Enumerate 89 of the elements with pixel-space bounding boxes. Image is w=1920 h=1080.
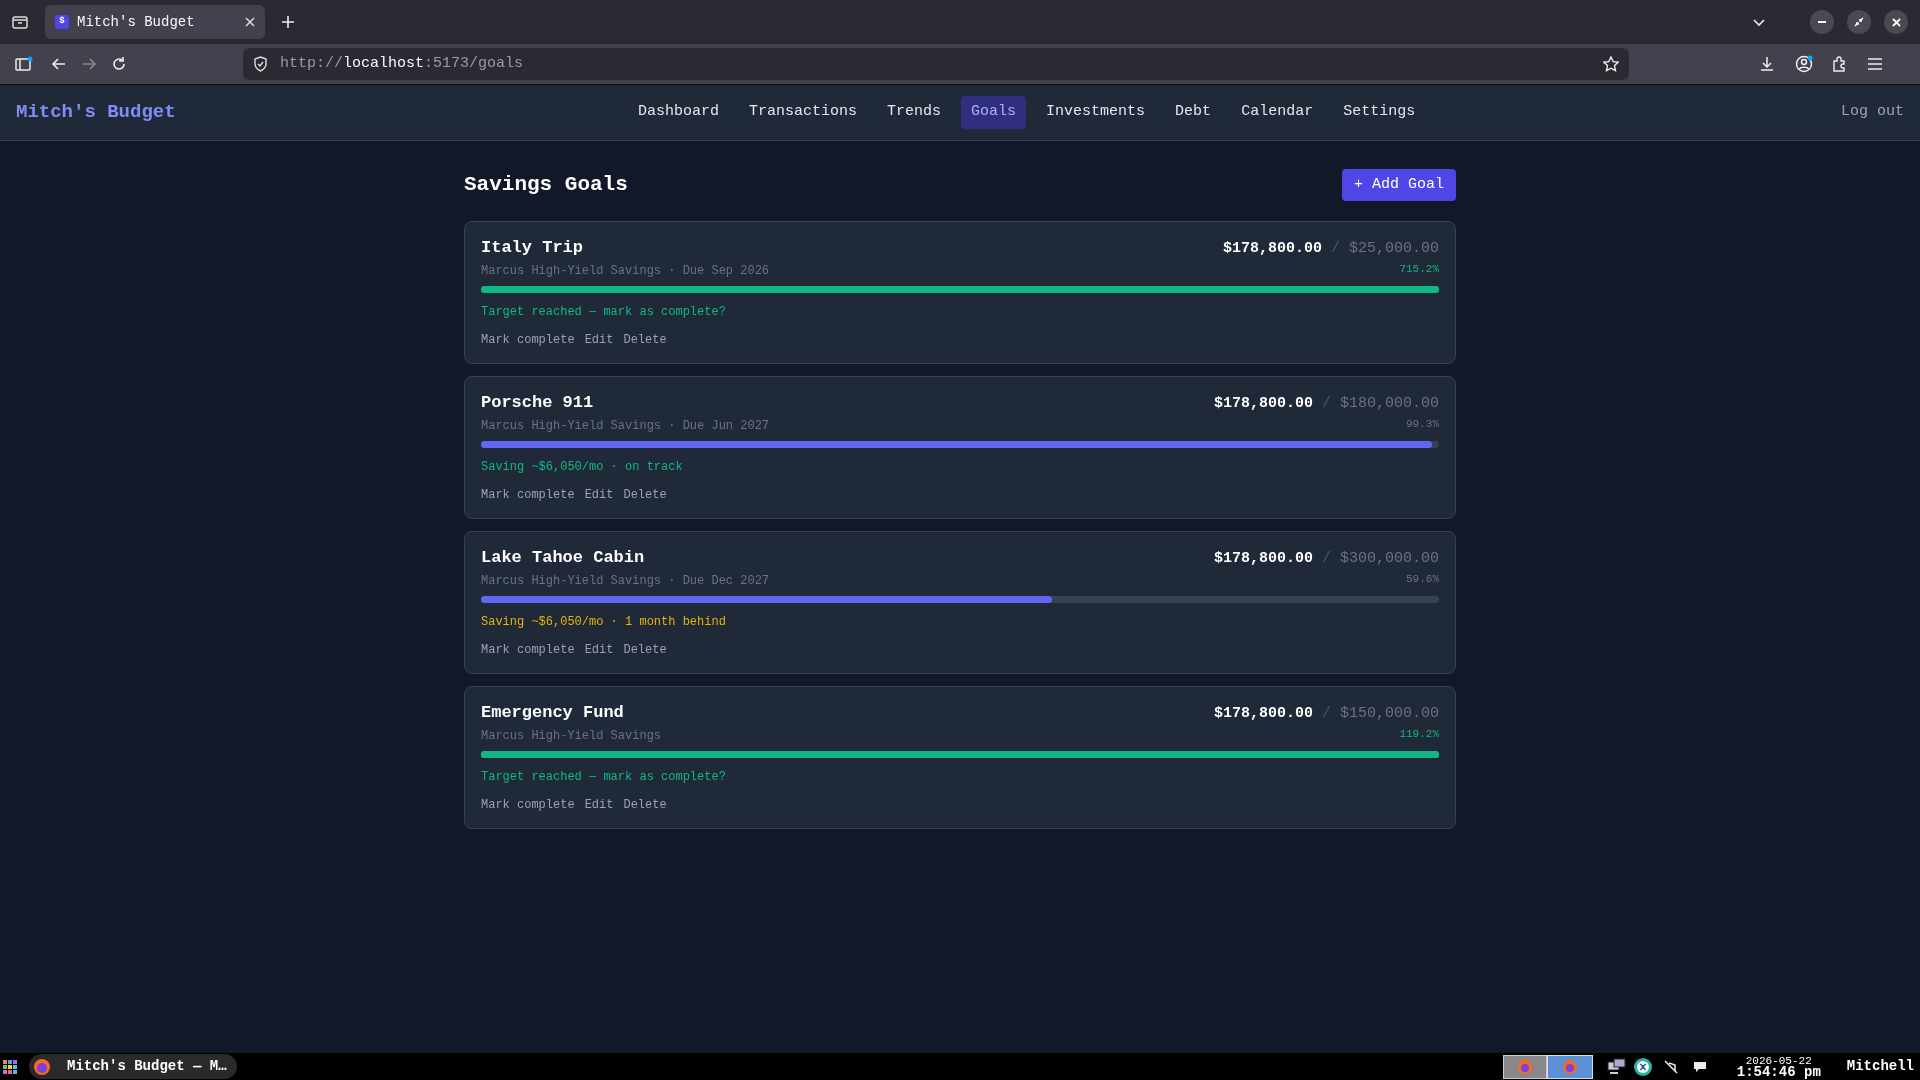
goal-status-message: Target reached — mark as complete? <box>481 769 727 786</box>
back-icon[interactable] <box>51 56 67 72</box>
workspace-thumbnail[interactable] <box>1502 1054 1547 1079</box>
page-title: Savings Goals <box>464 172 628 199</box>
sidebar-icon[interactable] <box>15 56 33 72</box>
sync-icon[interactable] <box>1632 1056 1653 1077</box>
taskbar-user[interactable]: Mitchell <box>1846 1056 1914 1077</box>
amount-separator: / <box>1321 549 1331 569</box>
favicon: $ <box>55 15 69 29</box>
goal-action-link[interactable]: Mark complete <box>481 641 575 659</box>
nav-tab[interactable]: Investments <box>1036 96 1156 129</box>
menu-icon[interactable] <box>1867 57 1883 71</box>
workspace-thumbnail[interactable] <box>1546 1054 1593 1079</box>
download-icon[interactable] <box>1759 56 1775 72</box>
goal-name: Lake Tahoe Cabin <box>481 548 646 568</box>
restore-icon <box>1854 17 1864 27</box>
goal-status-message: Saving ~$6,050/mo · 1 month behind <box>481 614 727 631</box>
logout-link[interactable]: Log out <box>1841 101 1904 124</box>
saved-amount: $178,800.00 <box>1213 704 1313 724</box>
close-button[interactable] <box>1884 10 1908 34</box>
goal-status-message: Target reached — mark as complete? <box>481 304 727 321</box>
amount-separator: / <box>1321 394 1331 414</box>
goal-name: Porsche 911 <box>481 393 595 413</box>
reload-icon[interactable] <box>111 56 127 72</box>
shield-icon <box>253 56 268 72</box>
extensions-icon[interactable] <box>1831 56 1847 72</box>
nav-tab[interactable]: Goals <box>961 96 1027 129</box>
minimize-button[interactable] <box>1810 10 1834 34</box>
app-grid-icon[interactable] <box>3 1059 17 1074</box>
goal-subtitle: Marcus High-Yield Savings <box>481 728 662 745</box>
browser-icon <box>33 1057 51 1076</box>
progress-percent: 715.2% <box>1399 261 1439 277</box>
goal-action-link[interactable]: Mark complete <box>481 486 575 504</box>
saved-amount: $178,800.00 <box>1222 239 1322 259</box>
forward-icon[interactable] <box>81 56 97 72</box>
amount-separator: / <box>1330 239 1340 259</box>
target-amount: $150,000.00 <box>1339 704 1439 724</box>
goal-action-link[interactable]: Mark complete <box>481 331 575 349</box>
progress-percent: 119.2% <box>1399 726 1439 742</box>
saved-amount: $178,800.00 <box>1213 549 1313 569</box>
nav-tab[interactable]: Debt <box>1165 96 1222 129</box>
taskbar-time: 1:54:46 pm <box>1736 1066 1821 1078</box>
goal-action-link[interactable]: Delete <box>623 641 667 659</box>
target-amount: $180,000.00 <box>1339 394 1439 414</box>
network-icon[interactable] <box>1606 1057 1627 1076</box>
target-amount: $300,000.00 <box>1339 549 1439 569</box>
browser-tab[interactable]: $ Mitch's Budget <box>45 5 265 39</box>
goal-name: Italy Trip <box>481 238 585 258</box>
tab-title: Mitch's Budget <box>77 12 196 32</box>
nav-tab[interactable]: Calendar <box>1231 96 1324 129</box>
nav-tab[interactable]: Trends <box>877 96 952 129</box>
goal-subtitle: Marcus High-Yield Savings · Due Dec 2027 <box>481 573 770 590</box>
minimize-icon <box>1818 21 1826 23</box>
close-icon <box>1891 17 1901 27</box>
saved-amount: $178,800.00 <box>1213 394 1313 414</box>
goal-action-link[interactable]: Edit <box>584 796 614 814</box>
goal-action-link[interactable]: Edit <box>584 486 614 504</box>
taskbar-date: 2026-05-22 <box>1745 1055 1812 1067</box>
brand-title[interactable]: Mitch's Budget <box>16 98 616 127</box>
progress-percent: 59.6% <box>1406 571 1439 587</box>
muted-speaker-icon[interactable] <box>1662 1058 1679 1075</box>
goal-action-link[interactable]: Delete <box>623 796 667 814</box>
goal-name: Emergency Fund <box>481 703 625 723</box>
target-amount: $25,000.00 <box>1349 239 1439 259</box>
new-tab-icon[interactable] <box>281 15 295 29</box>
goal-action-link[interactable]: Delete <box>623 331 667 349</box>
taskbar-window-button[interactable]: Mitch's Budget — M… <box>29 1054 237 1079</box>
restore-button[interactable] <box>1847 10 1871 34</box>
goal-action-link[interactable]: Edit <box>584 641 614 659</box>
chat-icon[interactable] <box>1692 1060 1707 1073</box>
browser-icon <box>1561 1058 1578 1075</box>
add-goal-button[interactable]: + Add Goal <box>1342 169 1456 201</box>
progress-percent: 99.3% <box>1406 416 1439 432</box>
nav-tab[interactable]: Dashboard <box>628 96 729 129</box>
goal-action-link[interactable]: Edit <box>584 331 614 349</box>
bookmark-star-icon[interactable] <box>1603 56 1619 72</box>
goal-subtitle: Marcus High-Yield Savings · Due Sep 2026 <box>481 263 770 280</box>
nav-tab[interactable]: Settings <box>1333 96 1426 129</box>
amount-separator: / <box>1321 704 1331 724</box>
close-icon[interactable] <box>245 17 255 27</box>
goal-action-link[interactable]: Delete <box>623 486 667 504</box>
goal-action-link[interactable]: Mark complete <box>481 796 575 814</box>
goal-subtitle: Marcus High-Yield Savings · Due Jun 2027 <box>481 418 770 435</box>
nav-tab[interactable]: Transactions <box>739 96 868 129</box>
browser-icon <box>1516 1058 1533 1075</box>
goal-status-message: Saving ~$6,050/mo · on track <box>481 459 684 476</box>
tab-list-icon[interactable] <box>11 13 29 31</box>
account-icon[interactable] <box>1795 55 1813 73</box>
address-bar[interactable]: http://localhost:5173/goals <box>243 48 1629 80</box>
